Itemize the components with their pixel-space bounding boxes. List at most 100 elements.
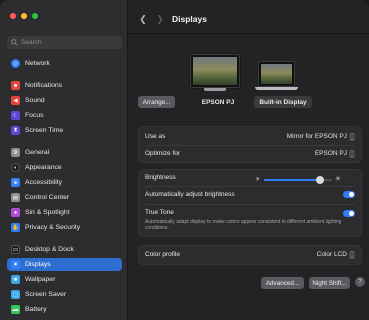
sidebar-item-desktop-dock[interactable]: ▭ Desktop & Dock: [7, 243, 122, 256]
sidebar-item-label: Notifications: [25, 82, 63, 89]
sidebar-item-label: Battery: [25, 306, 47, 313]
main-pane: ❮ ❯ Displays Arrange... EPSON PJ Built-i…: [129, 0, 369, 320]
optimize-value: EPSON PJ: [314, 150, 347, 157]
builtin-display-icon[interactable]: [258, 61, 295, 87]
sound-icon: ◀: [11, 96, 20, 105]
window-controls: [10, 13, 38, 19]
popup-chevron-icon: ⌃ ⌄: [349, 149, 355, 158]
sidebar-item-label: Displays: [25, 261, 51, 268]
display-label-builtin[interactable]: Built-in Display: [254, 96, 312, 108]
search-field[interactable]: [7, 36, 122, 49]
back-button[interactable]: ❮: [138, 13, 148, 25]
sidebar-item-label: General: [25, 149, 50, 156]
color-profile-label: Color profile: [145, 251, 181, 258]
sidebar-item-siri-spotlight[interactable]: ● Siri & Spotlight: [7, 206, 122, 219]
sidebar: ◎ Network ■ Notifications ◀ Sound ☾ Focus ⧗ Scree…: [0, 0, 128, 320]
screen-saver-icon: ▢: [11, 290, 20, 299]
display-mode-group: Use as Mirror for EPSON PJ ⌃ ⌄ Optimize f…: [138, 126, 362, 163]
sidebar-item-network[interactable]: ◎ Network: [7, 57, 122, 70]
slider-fill: [264, 179, 320, 181]
siri-spotlight-icon: ●: [11, 208, 20, 217]
sidebar-item-label: Control Center: [25, 194, 70, 201]
sidebar-item-label: Accessibility: [25, 179, 63, 186]
zoom-button[interactable]: [32, 13, 38, 19]
sidebar-item-control-center[interactable]: ▤ Control Center: [7, 191, 122, 204]
optimize-popup[interactable]: EPSON PJ ⌃ ⌄: [315, 149, 355, 159]
color-profile-group: Color profile Color LCD ⌃ ⌄: [138, 245, 362, 265]
desktop-dock-icon: ▭: [11, 245, 20, 254]
night-shift-button[interactable]: Night Shift...: [309, 277, 350, 289]
auto-brightness-label: Automatically adjust brightness: [145, 191, 235, 198]
help-button[interactable]: ?: [355, 277, 365, 287]
use-as-value: Mirror for EPSON PJ: [286, 133, 347, 140]
sidebar-item-label: Appearance: [25, 164, 62, 171]
color-profile-popup[interactable]: Color LCD ⌃ ⌄: [317, 250, 355, 260]
sidebar-item-battery[interactable]: ▬ Battery: [7, 303, 122, 316]
use-as-label: Use as: [145, 133, 166, 140]
sidebar-item-wallpaper[interactable]: ❀ Wallpaper: [7, 273, 122, 286]
screen-time-icon: ⧗: [11, 126, 20, 135]
displays-icon: ✷: [11, 260, 20, 269]
search-icon: [11, 39, 18, 46]
arrange-button[interactable]: Arrange...: [138, 96, 175, 108]
sidebar-item-screen-time[interactable]: ⧗ Screen Time: [7, 124, 122, 137]
forward-button[interactable]: ❯: [155, 13, 165, 25]
sidebar-item-displays[interactable]: ✷ Displays: [7, 258, 122, 271]
brightness-row: Brightness ☀ ☀: [139, 172, 361, 184]
popup-chevron-icon: ⌃ ⌄: [349, 132, 355, 141]
brightness-group: Brightness ☀ ☀ Automatically adjust brig…: [138, 169, 362, 237]
true-tone-description: Automatically adapt display to make colo…: [145, 219, 342, 231]
color-profile-value: Color LCD: [316, 251, 347, 258]
sidebar-item-label: Screen Time: [25, 127, 64, 134]
sidebar-item-notifications[interactable]: ■ Notifications: [7, 79, 122, 92]
focus-icon: ☾: [11, 111, 20, 120]
sun-bright-icon: ☀: [334, 176, 341, 183]
general-icon: ⚙: [11, 148, 20, 157]
slider-knob[interactable]: [315, 176, 324, 184]
auto-brightness-row: Automatically adjust brightness: [139, 190, 361, 200]
close-button[interactable]: [10, 13, 16, 19]
auto-brightness-toggle[interactable]: [343, 191, 355, 198]
sidebar-item-label: Siri & Spotlight: [25, 209, 70, 216]
sun-dim-icon: ☀: [255, 177, 261, 183]
use-as-row: Use as Mirror for EPSON PJ ⌃ ⌄: [139, 132, 361, 142]
sidebar-item-focus[interactable]: ☾ Focus: [7, 109, 122, 122]
sidebar-item-privacy-security[interactable]: ✋ Privacy & Security: [7, 221, 122, 234]
battery-icon: ▬: [11, 305, 20, 314]
true-tone-row: True Tone: [139, 208, 361, 218]
divider: [145, 145, 355, 146]
notifications-icon: ■: [11, 81, 20, 90]
sidebar-item-label: Focus: [25, 112, 44, 119]
popup-chevron-icon: ⌃ ⌄: [349, 250, 355, 259]
sidebar-item-label: Wallpaper: [25, 276, 56, 283]
search-input[interactable]: [21, 39, 116, 46]
divider: [145, 204, 355, 205]
sidebar-item-accessibility[interactable]: ⊕ Accessibility: [7, 176, 122, 189]
sidebar-item-label: Desktop & Dock: [25, 246, 74, 253]
monitor-stand: [204, 88, 226, 91]
sidebar-item-general[interactable]: ⚙ General: [7, 146, 122, 159]
sidebar-item-appearance[interactable]: ◐ Appearance: [7, 161, 122, 174]
true-tone-toggle[interactable]: [343, 210, 355, 217]
advanced-button[interactable]: Advanced...: [261, 277, 304, 289]
epson-pj-display-icon[interactable]: [190, 54, 240, 88]
brightness-label: Brightness: [145, 174, 176, 181]
optimize-row: Optimize for EPSON PJ ⌃ ⌄: [139, 149, 361, 159]
color-profile-row: Color profile Color LCD ⌃ ⌄: [139, 250, 361, 260]
network-icon: ◎: [11, 59, 20, 68]
control-center-icon: ▤: [11, 193, 20, 202]
brightness-slider[interactable]: ☀ ☀: [255, 176, 341, 184]
minimize-button[interactable]: [21, 13, 27, 19]
divider: [145, 186, 355, 187]
sidebar-item-label: Privacy & Security: [25, 224, 81, 231]
use-as-popup[interactable]: Mirror for EPSON PJ ⌃ ⌄: [287, 132, 355, 142]
appearance-icon: ◐: [11, 163, 20, 172]
sidebar-item-label: Screen Saver: [25, 291, 67, 298]
sidebar-item-label: Network: [25, 60, 50, 67]
page-title: Displays: [172, 14, 207, 24]
optimize-label: Optimize for: [145, 150, 181, 157]
display-label-epson-pj[interactable]: EPSON PJ: [199, 96, 237, 108]
sidebar-item-sound[interactable]: ◀ Sound: [7, 94, 122, 107]
laptop-base: [255, 87, 298, 90]
sidebar-item-screen-saver[interactable]: ▢ Screen Saver: [7, 288, 122, 301]
